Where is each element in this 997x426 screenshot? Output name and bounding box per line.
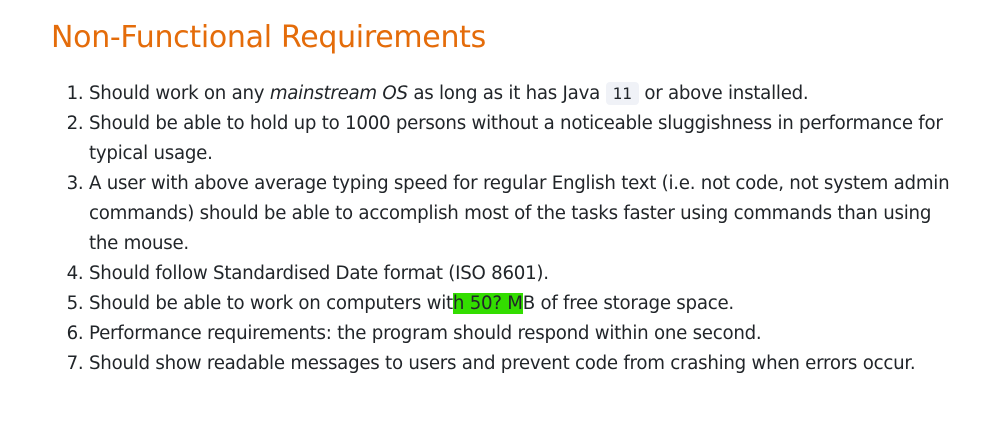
req-2-text: Should be able to hold up to 1000 person… <box>89 113 943 164</box>
list-item: Should follow Standardised Date format (… <box>89 259 960 289</box>
req-7-text: Should show readable messages to users a… <box>89 353 916 374</box>
requirements-list: Should work on any mainstream OS as long… <box>0 79 960 379</box>
req-1-text-middle: as long as it has Java <box>407 83 606 104</box>
req-5-text-start: Should be able to work on computers wit <box>89 293 453 314</box>
req-1-text-end: or above installed. <box>638 83 809 104</box>
list-item: Should be able to work on computers with… <box>89 289 960 319</box>
inline-code-java-version: 11 <box>605 82 639 105</box>
list-item: A user with above average typing speed f… <box>89 169 960 259</box>
req-1-emphasis: mainstream OS <box>269 83 408 104</box>
req-1-text-start: Should work on any <box>89 83 270 104</box>
list-item: Should be able to hold up to 1000 person… <box>89 109 960 169</box>
list-item: Should work on any mainstream OS as long… <box>89 79 960 109</box>
req-6-text: Performance requirements: the program sh… <box>89 323 762 344</box>
req-4-text: Should follow Standardised Date format (… <box>89 263 549 284</box>
req-5-text-end: B of free storage space. <box>522 293 734 314</box>
req-3-text: A user with above average typing speed f… <box>89 173 950 254</box>
list-item: Performance requirements: the program sh… <box>89 319 960 349</box>
list-item: Should show readable messages to users a… <box>89 349 960 379</box>
document-page: Non-Functional Requirements Should work … <box>0 0 997 426</box>
section-heading: Non-Functional Requirements <box>51 20 486 55</box>
highlighted-text: h 50? M <box>452 293 523 314</box>
